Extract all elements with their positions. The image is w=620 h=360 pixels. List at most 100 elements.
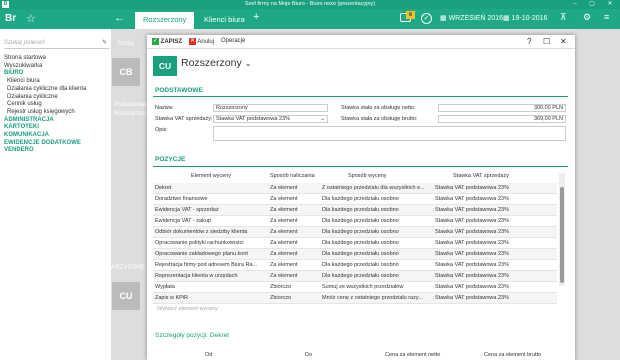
sidebar-item[interactable]: KOMUNIKACJA — [4, 132, 86, 140]
table-cell: Dla każdego przedziału osobno — [322, 251, 399, 257]
pin-icon[interactable]: ⊼ — [560, 12, 567, 23]
sidebar-item[interactable]: Klienci biura — [4, 78, 86, 86]
vat-rate-select[interactable]: Stawka VAT podstawowa 23% ⌄ — [213, 115, 328, 123]
add-tab-icon[interactable]: + — [253, 11, 259, 23]
table-cell: Reprezentacja klienta w urzędach — [155, 273, 238, 279]
command-search-input[interactable]: Szukaj poleceń ✎ — [4, 37, 109, 49]
table-cell: Stawka VAT podstawowa 23% — [435, 218, 509, 224]
section-positions-header: POZYCJE — [155, 156, 186, 163]
table-cell: Za element — [270, 262, 298, 268]
sidebar-item[interactable]: ADMINISTRACJA — [4, 117, 86, 125]
net-rate-label: Stawka stała za obsługę netto: — [341, 105, 416, 111]
table-row[interactable]: Opracowanie polityki rachunkowości Za ele… — [153, 238, 557, 249]
table-cell: Zbiorczo — [270, 295, 292, 301]
table-row[interactable]: Ewidencja VAT - sprzedaż Za element Dla ka… — [153, 205, 557, 216]
table-cell: Za element — [270, 273, 298, 279]
tab-rozszerzony[interactable]: Rozszerzony — [135, 12, 194, 29]
column-header-pricing-method[interactable]: Sposób wyceny — [348, 173, 387, 183]
column-header-gross-price[interactable]: Cena za element brutto — [484, 352, 541, 358]
column-header-from[interactable]: Od — [205, 352, 212, 358]
section-divider — [153, 166, 568, 167]
sidebar-item[interactable]: VENDERO — [4, 147, 86, 155]
table-cell: Za element — [270, 185, 298, 191]
scrollbar-thumb[interactable] — [560, 187, 564, 283]
sidebar-item[interactable]: Strona startowa — [4, 55, 86, 63]
back-arrow-icon[interactable]: ← — [114, 12, 125, 24]
help-button[interactable]: ? — [527, 37, 531, 46]
date-selector[interactable]: ▦ 19-10-2016 — [503, 14, 547, 22]
table-cell: Doradztwo finansowe — [155, 196, 208, 202]
column-header-element[interactable]: Element wyceny — [191, 173, 231, 183]
column-header-net-price[interactable]: Cena za element netto — [385, 352, 440, 358]
table-cell: Za element — [270, 240, 298, 246]
sidebar-item[interactable]: EWIDENCJE DODATKOWE — [4, 140, 86, 148]
column-header-charge-method[interactable]: Sposób naliczania — [270, 173, 315, 183]
close-dialog-button[interactable]: ✕ — [560, 37, 567, 46]
top-navigation-bar: Br ☆ ← Rozszerzony Klienci biura + 6 ✓ ▦… — [0, 9, 620, 29]
notification-badge[interactable]: 6 — [406, 11, 415, 19]
table-row[interactable]: Zapis w KPiR Zbiorczo Mnóż cenę z ostatnie… — [153, 293, 557, 304]
menu-hamburger-icon[interactable]: ≡ — [604, 12, 609, 22]
tab-klienci-biura[interactable]: Klienci biura — [196, 12, 253, 29]
operations-menu-button[interactable]: Operacje — [221, 38, 245, 44]
table-cell: Mnóż cenę z ostatniego przedziału razy..… — [322, 295, 423, 301]
table-scrollbar[interactable] — [559, 173, 565, 286]
table-row[interactable]: Odbiór dokumentów z siedziby klienta Za e… — [153, 227, 557, 238]
close-window-button[interactable]: ✕ — [603, 0, 617, 9]
dialog-toolbar: ✓ ZAPISZ ✕ Anuluj Operacje ? ☐ ✕ — [147, 35, 575, 49]
table-row[interactable]: Ewidencja VAT - zakup Za element Dla każde… — [153, 216, 557, 227]
save-check-icon: ✓ — [152, 38, 159, 45]
new-row-input[interactable]: Wybierz element wyceny — [157, 306, 218, 312]
table-cell: Dla każdego przedziału osobno — [322, 262, 399, 268]
description-field[interactable] — [213, 126, 566, 141]
sidebar-item[interactable]: KARTOTEKI — [4, 124, 86, 132]
table-cell: Za element — [270, 196, 298, 202]
table-row[interactable]: Rejestracja firmy pod adresem Biura Ra..… — [153, 260, 557, 271]
maximize-dialog-button[interactable]: ☐ — [543, 37, 550, 46]
table-row[interactable]: Doradztwo finansowe Za element Dla każdego… — [153, 194, 557, 205]
brand-logo[interactable]: Br — [5, 13, 16, 24]
sidebar-item[interactable]: Działania cykliczne dla klienta — [4, 86, 86, 94]
sidebar-item[interactable]: Działania cykliczne — [4, 94, 86, 102]
sidebar-item[interactable]: Rejestr usług księgowych — [4, 109, 86, 117]
table-row[interactable]: Reprezentacja klienta w urzędach Za eleme… — [153, 271, 557, 282]
net-rate-field[interactable]: 300,00 PLN — [438, 104, 566, 112]
chevron-down-icon: ⌄ — [244, 59, 252, 68]
pin-sidebar-icon[interactable]: ✎ — [102, 37, 107, 49]
table-cell: Dla każdego przedziału osobno — [322, 207, 399, 213]
maximize-button[interactable]: ▢ — [585, 0, 599, 9]
table-cell: Stawka VAT podstawowa 23% — [435, 262, 509, 268]
description-label: Opis: — [155, 127, 168, 133]
favorites-star-icon[interactable]: ☆ — [26, 12, 36, 25]
gross-rate-field[interactable]: 369,00 PLN — [438, 115, 566, 123]
table-cell: Wypłata — [155, 284, 175, 290]
section-basic-header: PODSTAWOWE — [155, 87, 203, 94]
table-row[interactable]: Wypłata Zbiorczo Sumuj ze wszystkich przed… — [153, 282, 557, 293]
table-cell: Ewidencja VAT - sprzedaż — [155, 207, 219, 213]
settings-gear-icon[interactable]: ⚙ — [583, 12, 591, 23]
table-cell: Za element — [270, 207, 298, 213]
table-row[interactable]: Dekret Za element Z ostatniego przedziału … — [153, 183, 557, 194]
save-button[interactable]: ✓ ZAPISZ — [152, 38, 182, 45]
sidebar-item[interactable]: Wyszukiwarka — [4, 63, 86, 71]
table-cell: Dla każdego przedziału osobno — [322, 218, 399, 224]
table-cell: Stawka VAT podstawowa 23% — [435, 207, 509, 213]
table-cell: Dla każdego przedziału osobno — [322, 240, 399, 246]
cancel-button[interactable]: ✕ Anuluj — [189, 38, 214, 45]
search-placeholder: Szukaj poleceń — [4, 40, 45, 46]
period-selector[interactable]: ▦ WRZESIEŃ 2016 — [440, 14, 503, 22]
dialog-title[interactable]: Rozszerzony ⌄ — [181, 57, 251, 69]
window-titlebar: B Szef firmy na Moje Biuro - Biuro nexo … — [0, 0, 620, 9]
name-field[interactable]: Rozszerzony — [213, 104, 328, 112]
sidebar-item[interactable]: BIURO — [4, 70, 86, 78]
minimize-button[interactable]: – — [568, 0, 582, 9]
sidebar-item[interactable]: Cennik usług — [4, 101, 86, 109]
table-cell: Stawka VAT podstawowa 23% — [435, 229, 509, 235]
background-avatar-cu: CU — [112, 282, 140, 310]
column-header-to[interactable]: Do — [305, 352, 312, 358]
chevron-down-icon: ⌄ — [320, 116, 325, 122]
table-row[interactable]: Opracowanie zakładowego planu kont Za ele… — [153, 249, 557, 260]
column-header-vat-rate[interactable]: Stawka VAT sprzedaży — [453, 173, 509, 183]
tasks-check-icon[interactable]: ✓ — [421, 13, 432, 24]
table-cell: Dla każdego przedziału osobno — [322, 273, 399, 279]
